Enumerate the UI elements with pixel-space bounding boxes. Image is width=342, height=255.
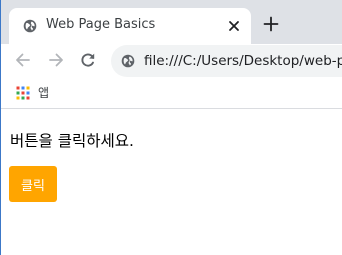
close-icon[interactable] [227, 19, 241, 33]
url-text[interactable]: file:///C:/Users/Desktop/web-pa [144, 53, 342, 69]
tab-title: Web Page Basics [46, 17, 156, 32]
browser-toolbar: file:///C:/Users/Desktop/web-pa [1, 44, 342, 77]
globe-icon[interactable] [121, 54, 135, 68]
click-button[interactable]: 클릭 [9, 166, 57, 202]
browser-window: Web Page Basics file:///C:/Users/Desktop… [0, 0, 342, 255]
arrow-left-icon[interactable] [14, 51, 32, 69]
bookmarks-bar: 앱 [1, 77, 342, 109]
reload-icon[interactable] [79, 51, 97, 69]
plus-icon[interactable] [263, 16, 279, 32]
arrow-right-icon[interactable] [47, 51, 65, 69]
globe-icon [23, 19, 37, 33]
apps-bookmark-label[interactable]: 앱 [38, 84, 49, 101]
page-content: 버튼을 클릭하세요. 클릭 [1, 109, 342, 255]
tab-web-page-basics[interactable]: Web Page Basics [9, 8, 251, 44]
tab-strip: Web Page Basics [1, 0, 342, 44]
apps-grid-icon[interactable] [16, 86, 30, 100]
address-bar[interactable]: file:///C:/Users/Desktop/web-pa [111, 45, 342, 77]
instruction-text: 버튼을 클릭하세요. [10, 132, 134, 150]
